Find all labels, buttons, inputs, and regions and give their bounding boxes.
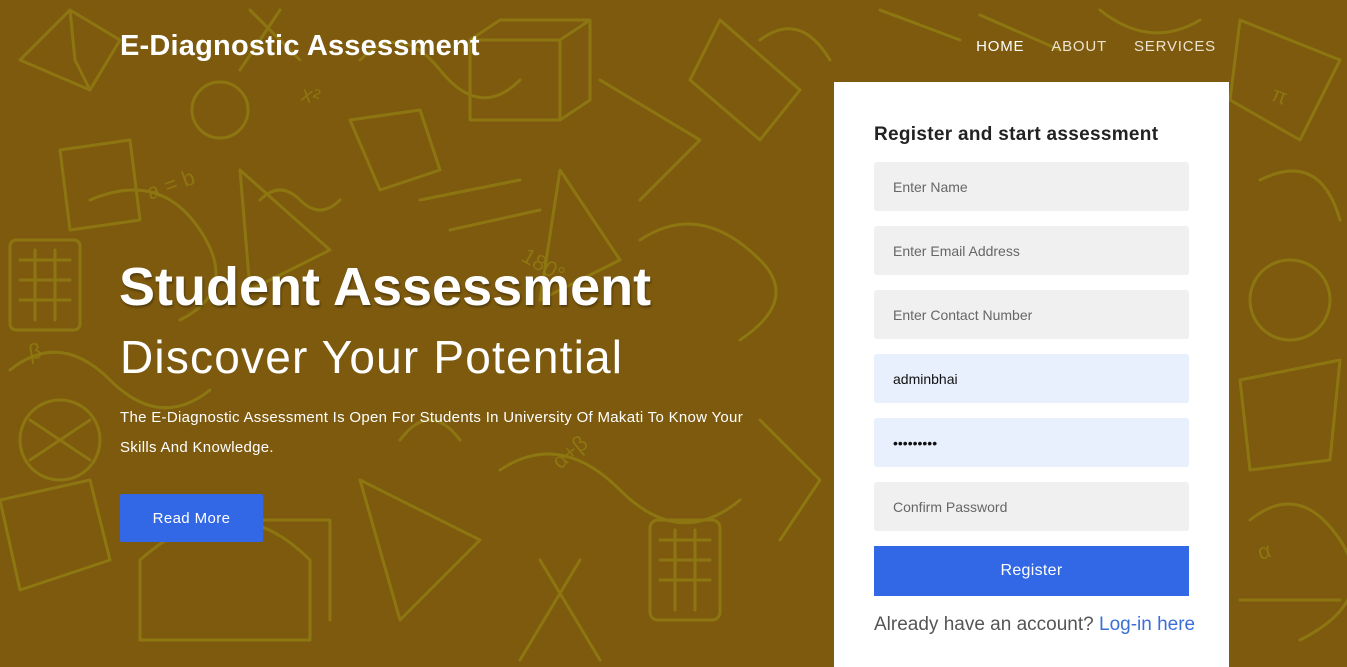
svg-text:π: π <box>1268 81 1291 110</box>
svg-text:α: α <box>1255 537 1274 565</box>
confirm-password-input[interactable] <box>874 482 1189 531</box>
name-input[interactable] <box>874 162 1189 211</box>
svg-text:x²: x² <box>299 81 323 110</box>
hero-subtitle: Discover Your Potential <box>120 331 624 383</box>
register-button[interactable]: Register <box>874 546 1189 596</box>
login-prompt: Already have an account? Log-in here <box>874 614 1195 636</box>
nav-services[interactable]: SERVICES <box>1134 38 1216 55</box>
login-link[interactable]: Log-in here <box>1099 614 1195 635</box>
password-input[interactable] <box>874 418 1189 467</box>
login-prompt-text: Already have an account? <box>874 614 1094 635</box>
hero-description: The E-Diagnostic Assessment Is Open For … <box>120 409 743 456</box>
username-input[interactable] <box>874 354 1189 403</box>
svg-text:a = b: a = b <box>143 164 198 204</box>
brand-title[interactable]: E-Diagnostic Assessment <box>120 30 480 63</box>
email-input[interactable] <box>874 226 1189 275</box>
read-more-button[interactable]: Read More <box>120 494 263 542</box>
register-panel-title: Register and start assessment <box>874 124 1159 145</box>
nav-about[interactable]: ABOUT <box>1051 38 1107 55</box>
register-panel: Register and start assessment Register A… <box>834 82 1229 667</box>
nav-home[interactable]: HOME <box>976 38 1024 55</box>
hero-title: Student Assessment <box>119 257 652 317</box>
svg-text:β: β <box>27 338 44 365</box>
main-nav: HOME ABOUT SERVICES <box>976 38 1216 55</box>
contact-number-input[interactable] <box>874 290 1189 339</box>
